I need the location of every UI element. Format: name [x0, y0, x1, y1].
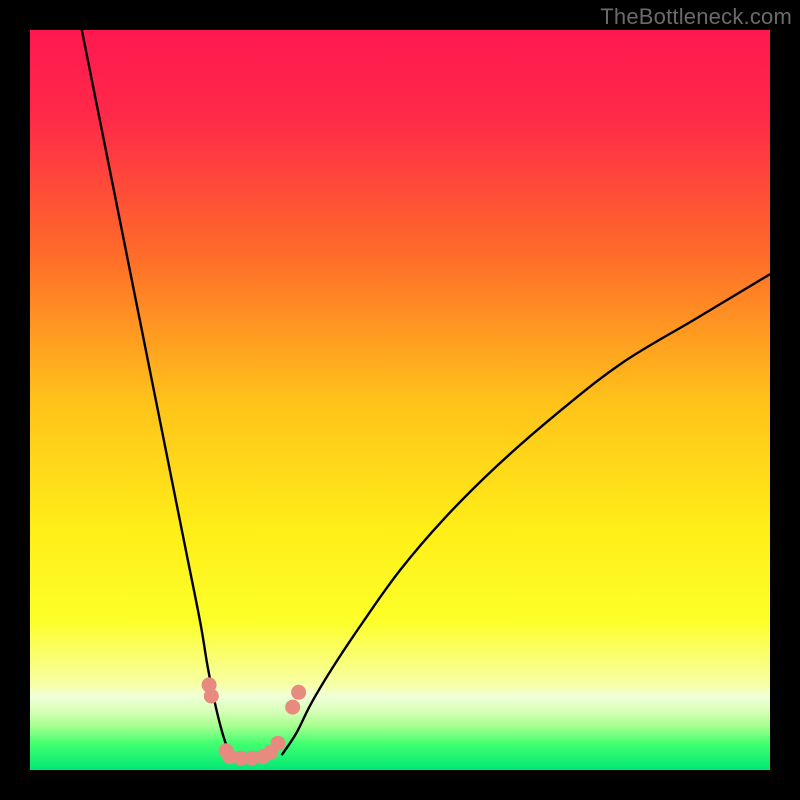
curve-left: [82, 30, 230, 755]
data-marker: [291, 685, 306, 700]
data-marker: [270, 736, 285, 751]
watermark-text: TheBottleneck.com: [600, 4, 792, 30]
data-marker: [285, 700, 300, 715]
curve-right: [282, 274, 770, 755]
data-markers: [202, 677, 307, 765]
data-marker: [204, 689, 219, 704]
curves-layer: [30, 30, 770, 770]
plot-area: [30, 30, 770, 770]
